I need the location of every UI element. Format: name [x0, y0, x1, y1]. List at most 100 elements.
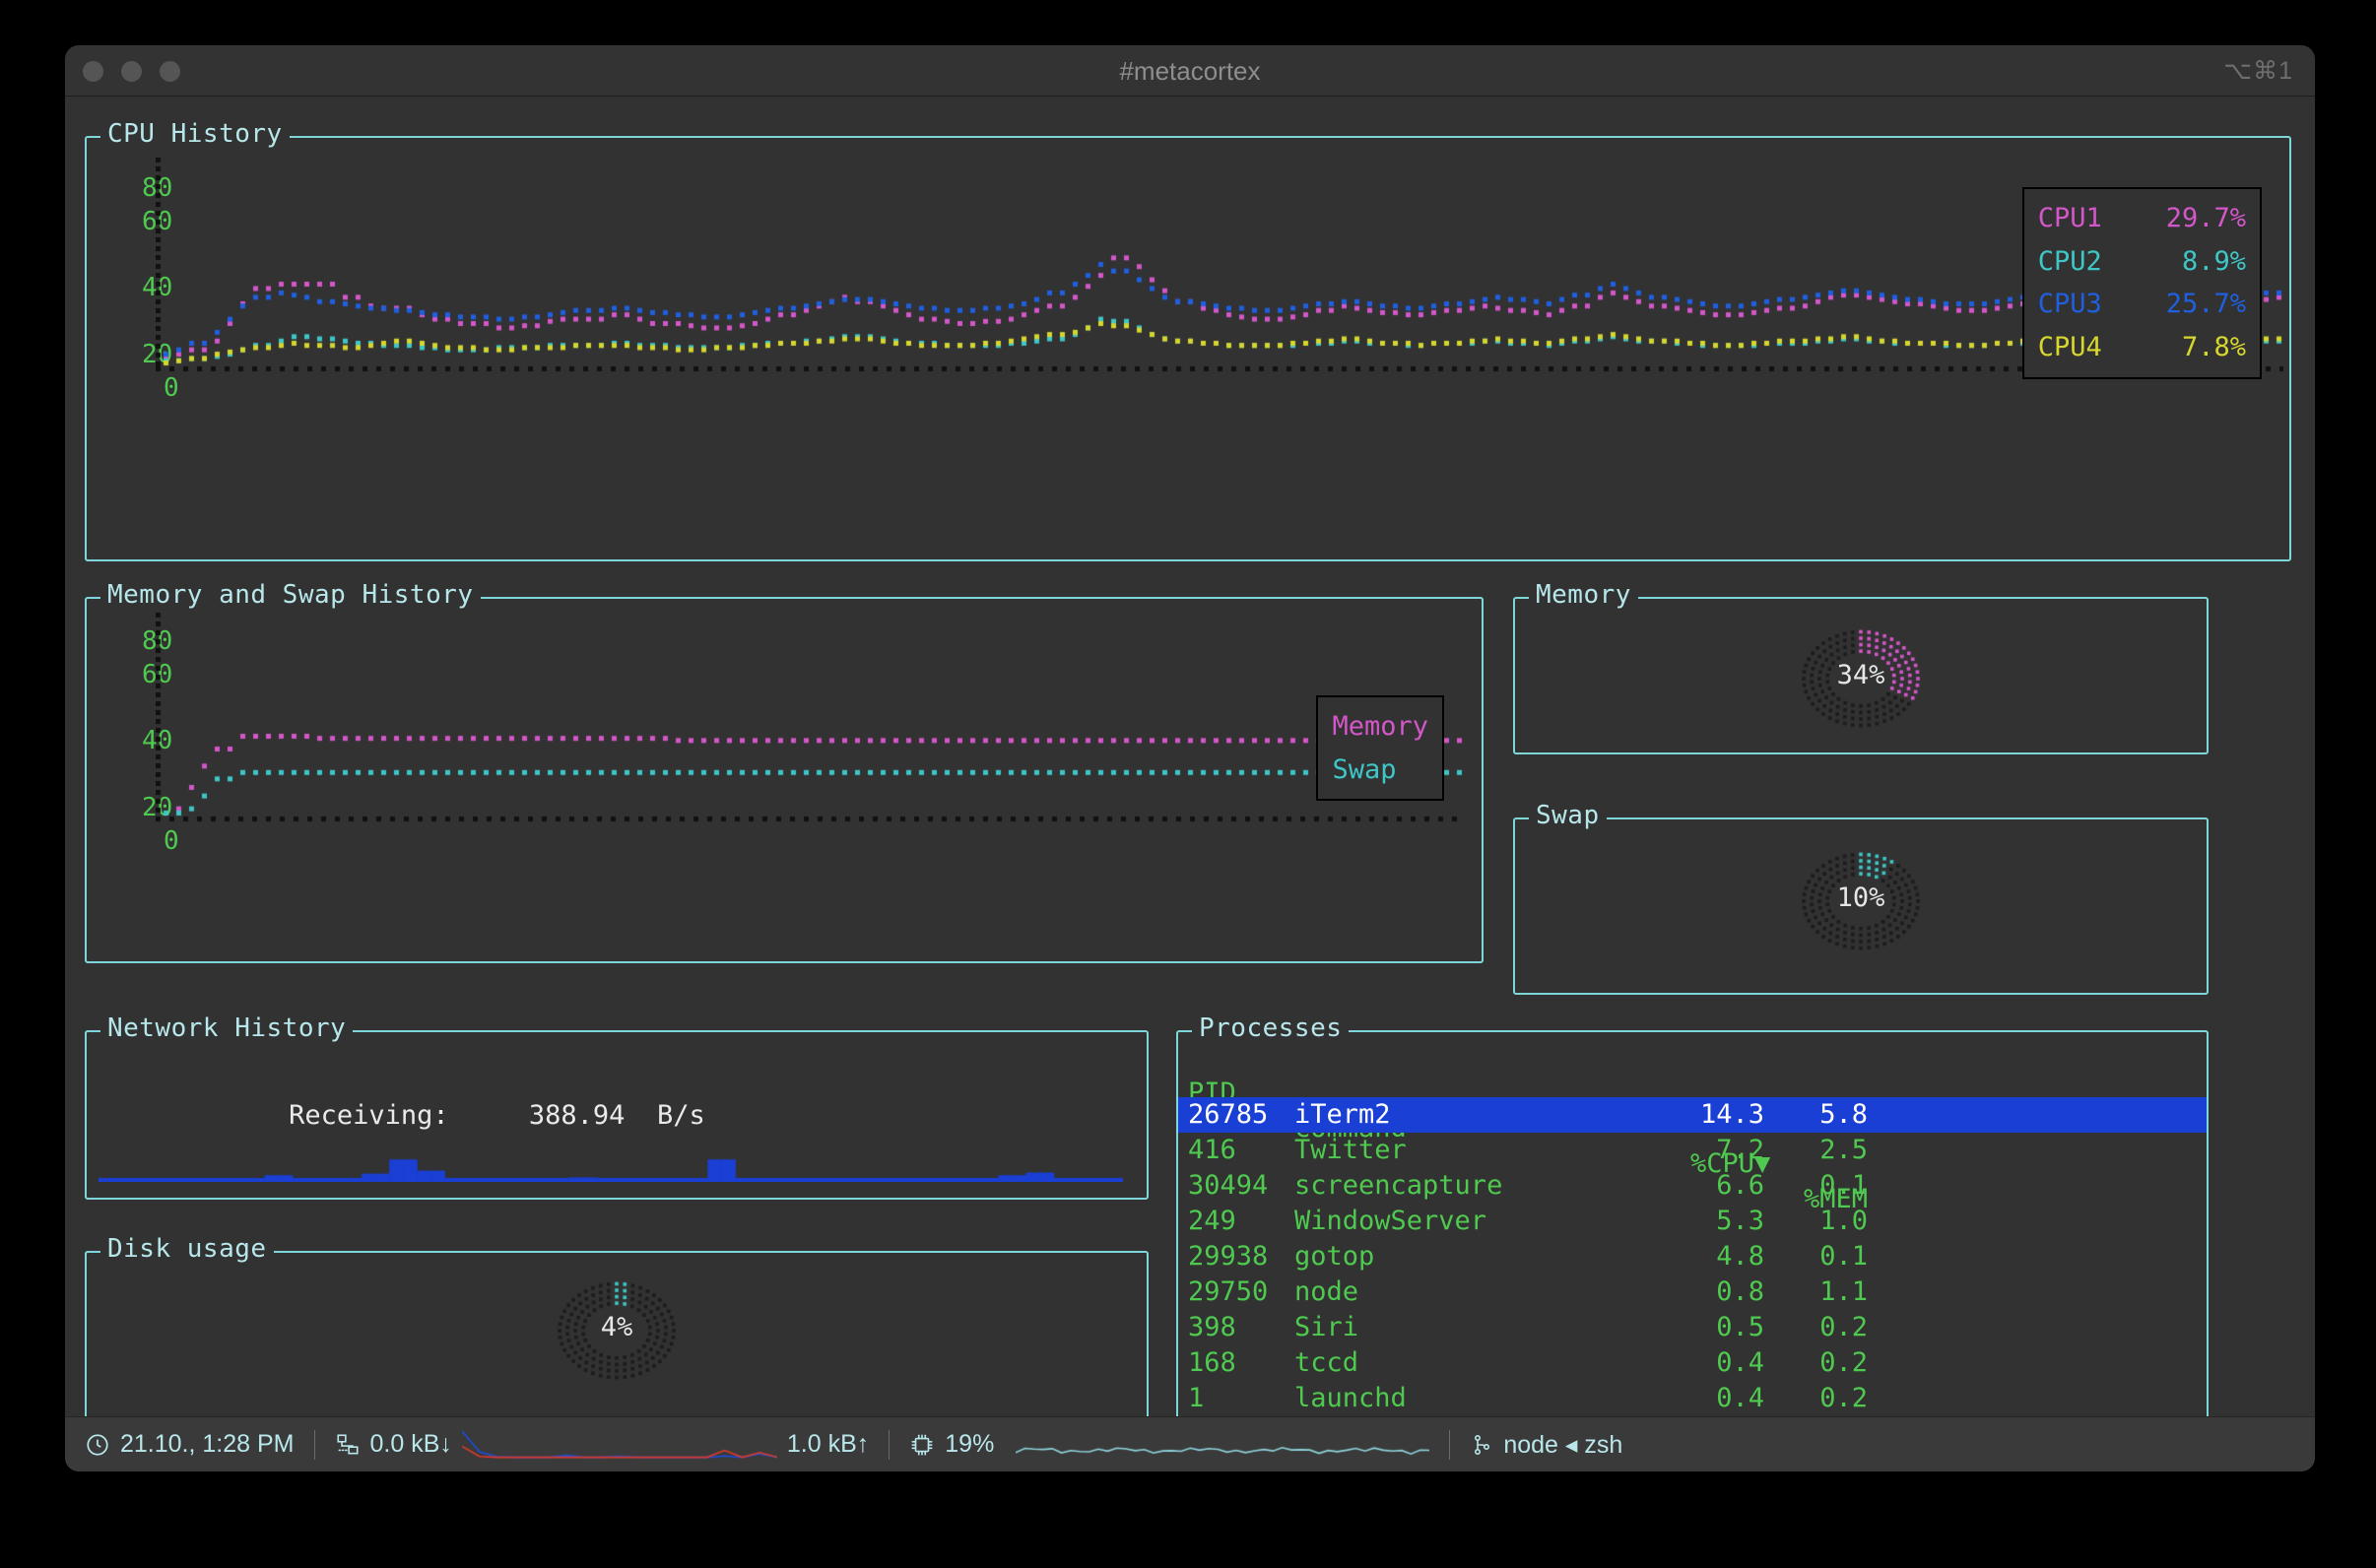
cpu-legend-row: CPU3 25.7%: [2038, 283, 2246, 326]
cpu-legend-name-3: CPU3: [2037, 289, 2102, 320]
process-cpu: 0.4: [1716, 1383, 1764, 1413]
process-row[interactable]: 1 launchd 0.4 0.2: [1178, 1381, 2207, 1416]
process-pid: 30494: [1188, 1170, 1269, 1201]
process-pid: 1: [1188, 1383, 1205, 1413]
disk-usage-body: 4%: [87, 1253, 1147, 1418]
status-session: node ◂ zsh: [1450, 1417, 1642, 1471]
process-cpu: 5.3: [1716, 1206, 1764, 1236]
processes-list[interactable]: 26785 iTerm2 14.3 5.8 416 Twitter 7.2 2.5 30494 s…: [1178, 1097, 2207, 1416]
process-mem: 0.2: [1819, 1312, 1868, 1342]
memswap-legend-row: Swap: [1332, 749, 1428, 792]
cpu-legend-name-2: CPU2: [2037, 245, 2102, 277]
network-receiving-value: 388.94 B/s: [528, 1099, 705, 1131]
status-network-sparkline: [461, 1426, 777, 1463]
process-row[interactable]: 168 tccd 0.4 0.2: [1178, 1345, 2207, 1381]
cpu-legend: CPU1 29.7% CPU2 8.9% CPU3 25.7% CPU4 7.8…: [2021, 187, 2262, 379]
cpu-legend-row: CPU2 8.9%: [2038, 240, 2246, 284]
process-mem: 1.0: [1819, 1206, 1868, 1236]
status-session-text: node ◂ zsh: [1503, 1430, 1623, 1459]
memswap-history-chart: [156, 613, 1466, 824]
status-network: 0.0 kB↓ 1.0 kB↑: [315, 1417, 890, 1471]
cpu-history-panel: CPU History 80 60 40 20 0 CPU1 29.7% CPU…: [85, 119, 2291, 561]
cpu-y-tick-0: 0: [164, 373, 179, 403]
process-cpu: 14.3: [1699, 1099, 1764, 1130]
cpu-history-chart: [156, 158, 2283, 374]
memswap-legend-name-swap: Swap: [1332, 753, 1397, 785]
cpu-legend-row: CPU4 7.8%: [2038, 326, 2246, 369]
cpu-legend-name-4: CPU4: [2037, 332, 2102, 363]
terminal-content: CPU History 80 60 40 20 0 CPU1 29.7% CPU…: [65, 97, 2315, 1471]
cpu-legend-name-1: CPU1: [2037, 203, 2102, 233]
process-command: gotop: [1294, 1241, 1375, 1272]
clock-icon: [85, 1432, 110, 1458]
memswap-legend: Memory Swap: [1316, 695, 1444, 802]
process-row[interactable]: 26785 iTerm2 14.3 5.8: [1178, 1097, 2207, 1133]
memswap-legend-name-memory: Memory: [1332, 711, 1428, 742]
processes-header-row: PID Command %CPU▼ %MEM: [1178, 1040, 2207, 1214]
network-history-body: Receiving:388.94 B/s Total received: 304…: [87, 1032, 1147, 1198]
process-mem: 1.1: [1819, 1276, 1868, 1307]
status-cpu: 19%: [890, 1417, 1449, 1471]
process-command: screencapture: [1294, 1170, 1503, 1201]
process-pid: 26785: [1188, 1099, 1269, 1130]
process-command: iTerm2: [1294, 1099, 1391, 1130]
process-command: node: [1294, 1276, 1359, 1307]
network-history-panel: Network History Receiving:388.94 B/s Tot…: [85, 1013, 1149, 1200]
processes-body: PID Command %CPU▼ %MEM 26785 iTerm2 14.3 5.…: [1178, 1032, 2207, 1418]
status-cpu-percent: 19%: [945, 1430, 995, 1458]
disk-usage-panel: Disk usage 4%: [85, 1234, 1149, 1420]
process-command: tccd: [1294, 1347, 1359, 1378]
cpu-legend-value-2: 8.9%: [2181, 245, 2246, 277]
swap-gauge-value: 10%: [1836, 882, 1885, 913]
status-clock: 21.10., 1:28 PM: [65, 1417, 314, 1471]
process-pid: 168: [1188, 1347, 1236, 1378]
process-cpu: 7.2: [1716, 1135, 1764, 1165]
memory-gauge-panel: Memory 34%: [1513, 580, 2209, 754]
swap-gauge-body: 10%: [1515, 819, 2207, 993]
process-command: launchd: [1294, 1383, 1407, 1413]
cpu-legend-value-3: 25.7%: [2165, 289, 2246, 320]
memswap-y-tick-0: 0: [164, 826, 179, 856]
process-cpu: 0.4: [1716, 1347, 1764, 1378]
memswap-history-panel: Memory and Swap History 80 60 40 20 0 Me…: [85, 580, 1484, 963]
process-row[interactable]: 29750 node 0.8 1.1: [1178, 1274, 2207, 1310]
process-cpu: 4.8: [1716, 1241, 1764, 1272]
cpu-history-body: 80 60 40 20 0 CPU1 29.7% CPU2 8.9%: [87, 138, 2289, 559]
process-mem: 0.2: [1819, 1347, 1868, 1378]
process-row[interactable]: 29938 gotop 4.8 0.1: [1178, 1239, 2207, 1274]
network-receiving-label: Receiving:: [289, 1099, 449, 1131]
process-mem: 0.2: [1819, 1383, 1868, 1413]
process-command: Siri: [1294, 1312, 1359, 1342]
process-row[interactable]: 398 Siri 0.5 0.2: [1178, 1310, 2207, 1345]
status-net-down: 0.0 kB↓: [369, 1430, 452, 1458]
process-mem: 0.1: [1819, 1241, 1868, 1272]
process-pid: 398: [1188, 1312, 1236, 1342]
git-branch-icon: [1470, 1432, 1493, 1458]
process-pid: 249: [1188, 1206, 1236, 1236]
window-title: #metacortex: [1119, 56, 1261, 86]
process-row[interactable]: 416 Twitter 7.2 2.5: [1178, 1133, 2207, 1168]
memswap-legend-row: Memory: [1332, 705, 1428, 749]
memswap-history-body: 80 60 40 20 0 Memory Swap: [87, 599, 1482, 961]
terminal-window: #metacortex ⌥⌘1 CPU History 80 60 40 20 …: [65, 45, 2315, 1471]
process-pid: 416: [1188, 1135, 1236, 1165]
process-mem: 2.5: [1819, 1135, 1868, 1165]
window-shortcut-hint: ⌥⌘1: [2223, 57, 2293, 85]
processes-panel[interactable]: Processes PID Command %CPU▼ %MEM 26785iT…: [1176, 1013, 2209, 1420]
process-pid: 29750: [1188, 1276, 1269, 1307]
disk-usage-value: 4%: [600, 1312, 633, 1342]
process-cpu: 0.5: [1716, 1312, 1764, 1342]
status-cpu-sparkline: [1016, 1426, 1430, 1463]
process-row[interactable]: 249 WindowServer 5.3 1.0: [1178, 1204, 2207, 1239]
process-row[interactable]: 30494 screencapture 6.6 0.1: [1178, 1168, 2207, 1204]
cpu-legend-row: CPU1 29.7%: [2038, 197, 2246, 240]
process-mem: 5.8: [1819, 1099, 1868, 1130]
swap-gauge-panel: Swap 10%: [1513, 801, 2209, 995]
status-net-up: 1.0 kB↑: [786, 1430, 870, 1458]
network-icon: [335, 1432, 361, 1458]
memory-gauge-value: 34%: [1836, 660, 1885, 690]
process-mem: 0.1: [1819, 1170, 1868, 1201]
status-bar: 21.10., 1:28 PM 0.0 kB↓ 1.0 kB↑ 19% node…: [65, 1416, 2315, 1471]
memory-gauge-body: 34%: [1515, 599, 2207, 752]
network-history-chart: [99, 1139, 1123, 1182]
